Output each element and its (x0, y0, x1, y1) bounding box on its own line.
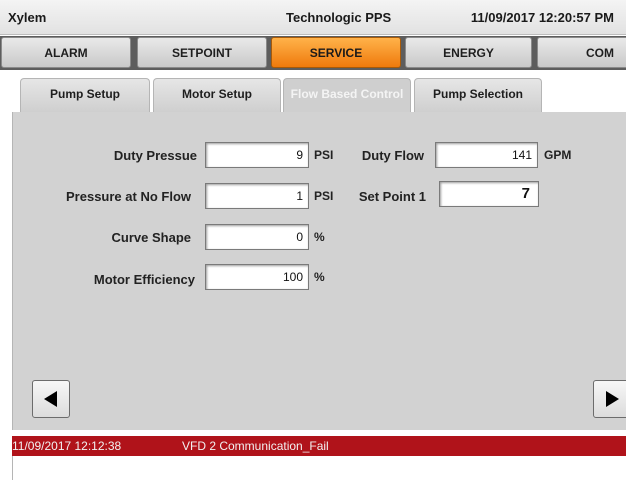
next-page-button[interactable] (593, 380, 626, 418)
tab-energy[interactable]: ENERGY (405, 37, 532, 68)
curve-shape-input[interactable]: 0 (205, 224, 309, 250)
duty-pressure-input[interactable]: 9 (205, 142, 309, 168)
app-name: Xylem (8, 10, 47, 25)
alarm-banner[interactable]: 11/09/2017 12:12:38 VFD 2 Communication_… (12, 436, 626, 456)
tab-com[interactable]: COM (537, 37, 626, 68)
duty-flow-unit: GPM (544, 148, 572, 162)
tab-service[interactable]: SERVICE (271, 37, 401, 68)
title-bar: Xylem Technologic PPS 11/09/2017 12:20:5… (0, 0, 626, 35)
pressure-no-flow-unit: PSI (314, 189, 334, 203)
motor-efficiency-label: Motor Efficiency (93, 272, 195, 287)
triangle-right-icon (606, 391, 619, 407)
motor-efficiency-input[interactable]: 100 (205, 264, 309, 290)
duty-pressure-unit: PSI (314, 148, 334, 162)
previous-page-button[interactable] (32, 380, 70, 418)
duty-flow-label: Duty Flow (361, 148, 424, 163)
set-point-1-input[interactable]: 7 (439, 181, 539, 207)
curve-shape-label: Curve Shape (111, 230, 191, 245)
datetime-display: 11/09/2017 12:20:57 PM (470, 10, 614, 25)
duty-pressure-label: Duty Pressue (113, 148, 197, 163)
tab-pump-selection[interactable]: Pump Selection (414, 78, 542, 112)
curve-shape-unit: % (314, 230, 325, 244)
tab-motor-setup[interactable]: Motor Setup (153, 78, 281, 112)
system-mode: Technologic PPS (286, 10, 392, 25)
main-tab-bar: ALARM SETPOINT SERVICE ENERGY COM (0, 36, 626, 70)
duty-flow-input[interactable]: 141 (435, 142, 538, 168)
tab-alarm[interactable]: ALARM (1, 37, 131, 68)
pressure-no-flow-label: Pressure at No Flow (66, 189, 191, 204)
set-point-1-label: Set Point 1 (358, 189, 426, 204)
alarm-message: VFD 2 Communication_Fail (182, 439, 329, 453)
tab-pump-setup[interactable]: Pump Setup (20, 78, 150, 112)
motor-efficiency-unit: % (314, 270, 325, 284)
alarm-timestamp: 11/09/2017 12:12:38 (12, 439, 122, 453)
tab-setpoint[interactable]: SETPOINT (137, 37, 267, 68)
pressure-no-flow-input[interactable]: 1 (205, 183, 309, 209)
tab-flow-based-control[interactable]: Flow Based Control (283, 78, 411, 112)
alarm-list-area (12, 456, 626, 480)
triangle-left-icon (44, 391, 57, 407)
